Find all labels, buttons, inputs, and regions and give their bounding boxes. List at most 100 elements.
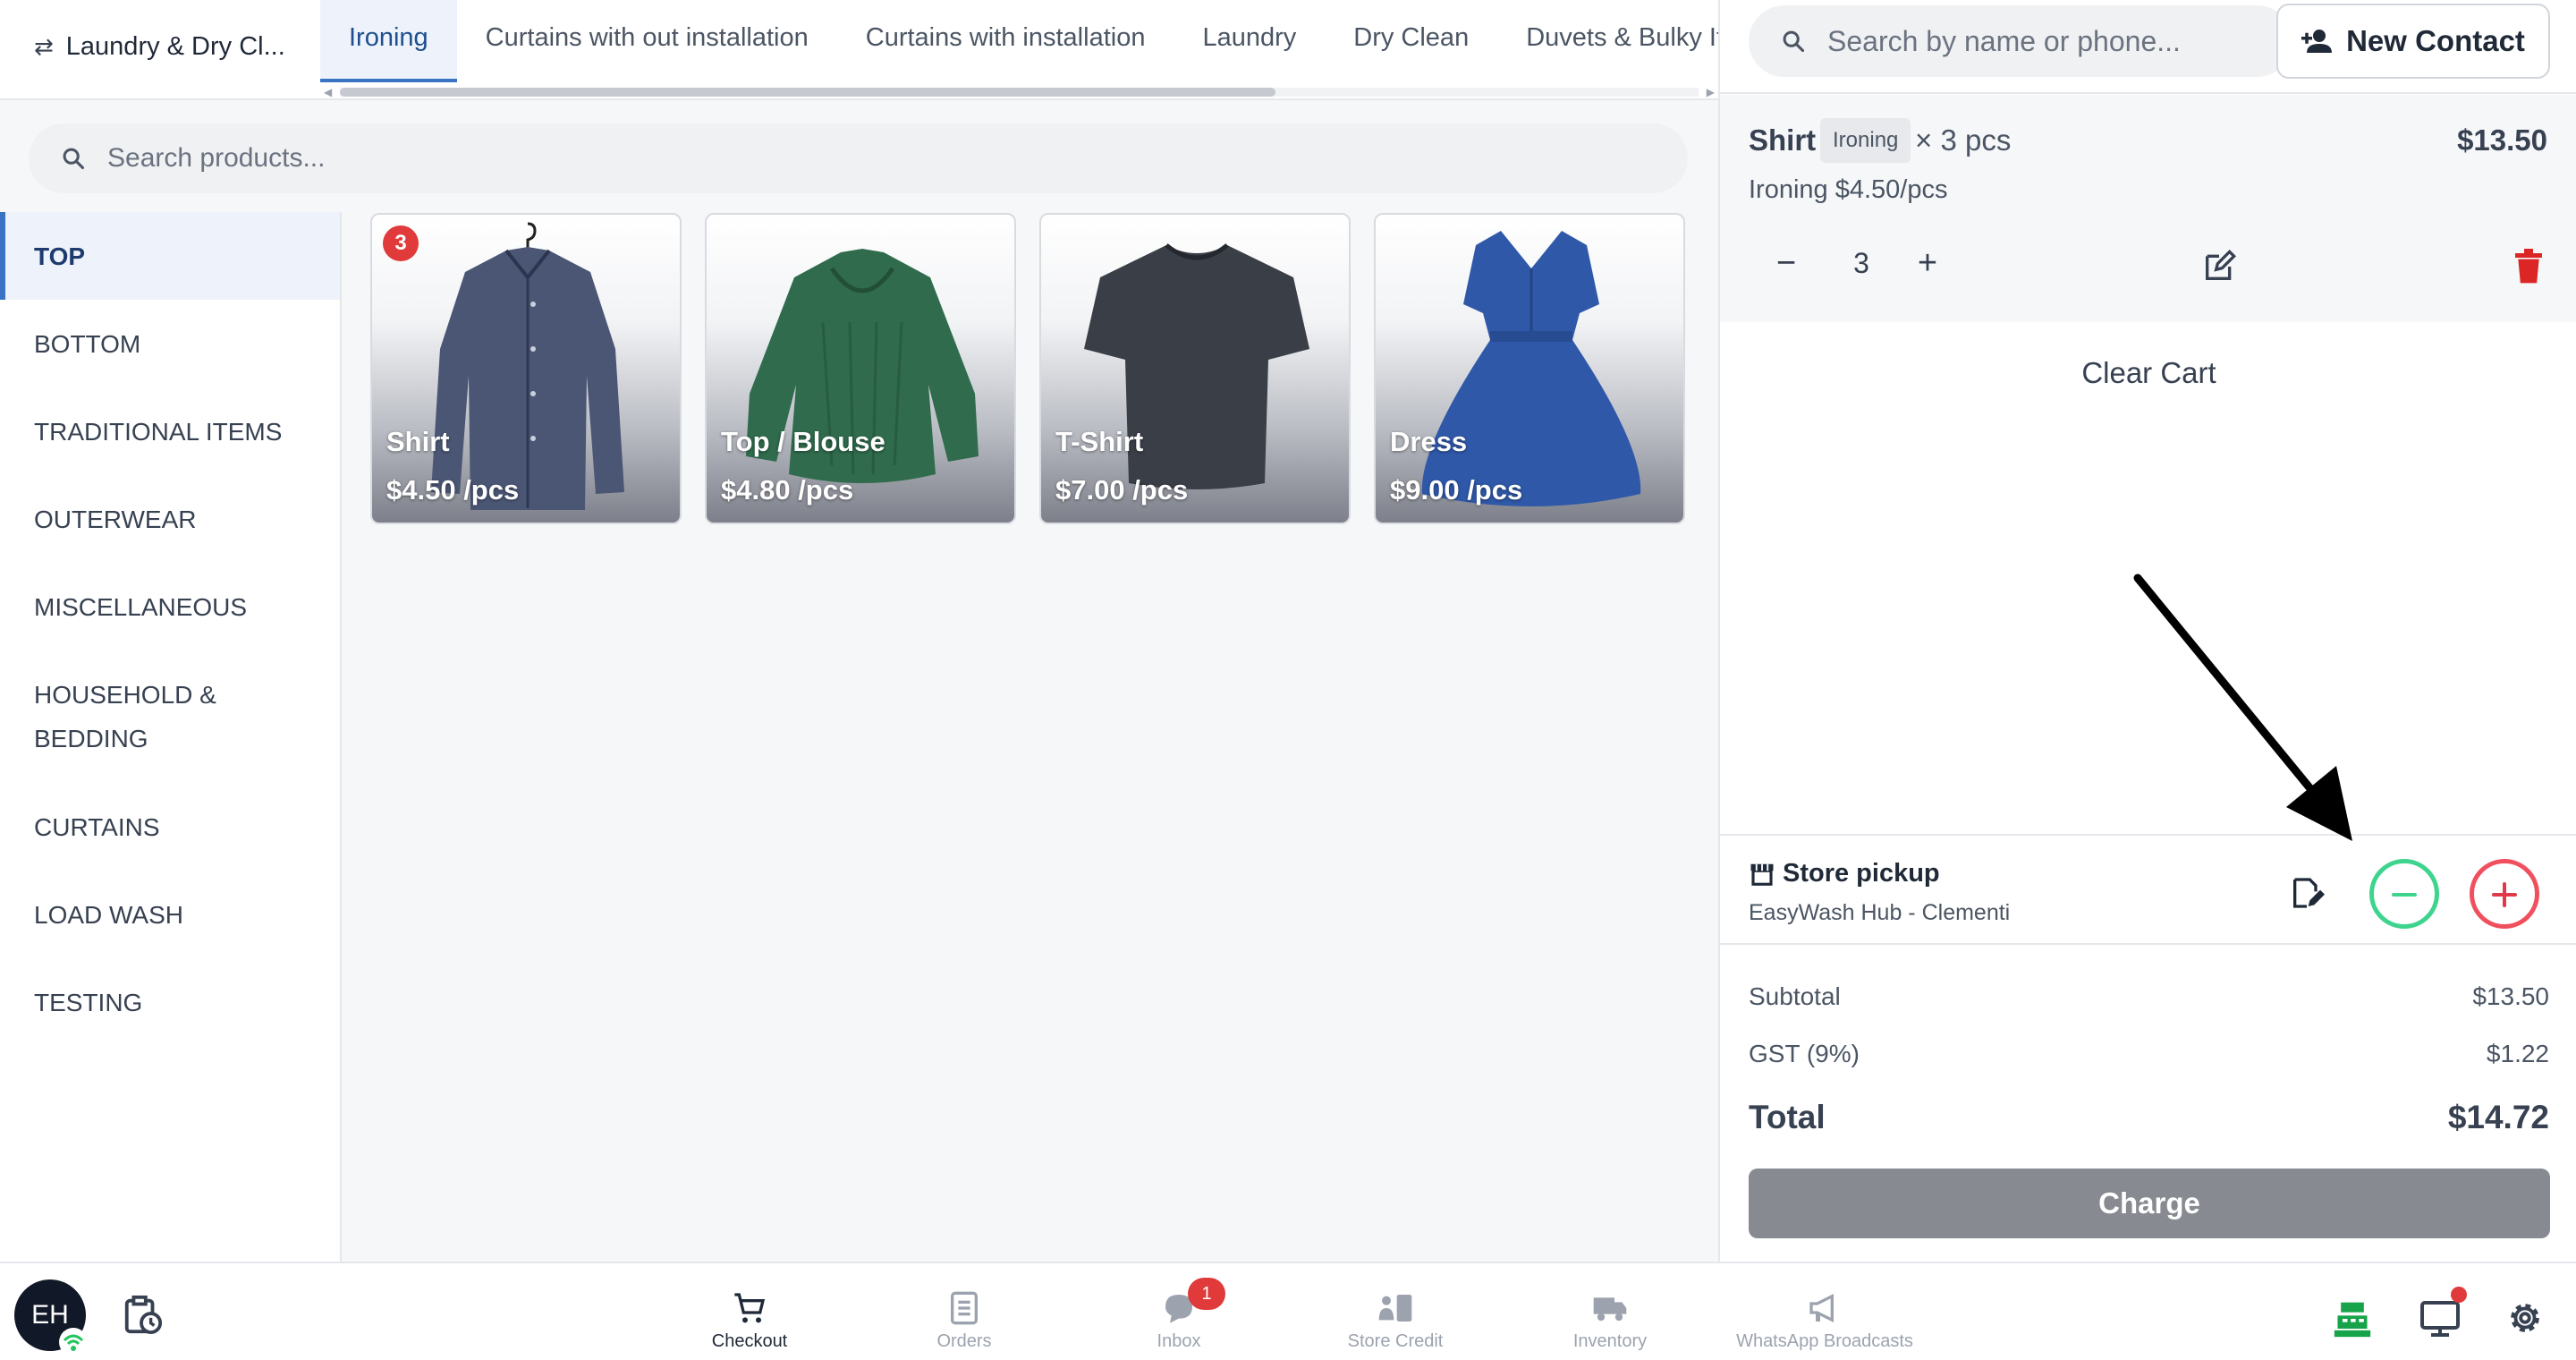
category-load-wash[interactable]: LOAD WASH (0, 871, 340, 958)
minus-icon (2392, 893, 2417, 897)
tabs-scrollbar[interactable]: ◀ ▶ (320, 86, 1718, 98)
nav-label: Checkout (711, 1331, 788, 1351)
add-person-icon (2301, 30, 2333, 53)
quantity-value: 3 (1853, 247, 1869, 279)
pickup-title: Store pickup (1783, 859, 1940, 888)
nav-orders[interactable]: Orders (866, 1290, 1063, 1352)
scroll-right-icon[interactable]: ▶ (1707, 86, 1715, 98)
decrease-quantity-button[interactable]: − (1767, 245, 1806, 285)
product-price: $9.00 /pcs (1390, 474, 1523, 506)
collapse-button[interactable] (2369, 859, 2439, 929)
nav-label: Inventory (1572, 1331, 1648, 1351)
contact-search-input[interactable] (1827, 24, 2292, 58)
product-search-bar[interactable] (29, 123, 1688, 193)
nav-label: Store Credit (1347, 1331, 1444, 1351)
category-traditional-items[interactable]: TRADITIONAL ITEMS (0, 387, 340, 475)
cart-item-price: $13.50 (2457, 123, 2547, 157)
delete-item-icon[interactable] (2512, 249, 2545, 285)
wallet-icon (1378, 1295, 1412, 1322)
cart-item: Shirt Ironing × 3 pcs $13.50 Ironing $4.… (1720, 95, 2576, 322)
truck-icon (1593, 1297, 1627, 1322)
scrollbar-thumb[interactable] (340, 88, 1275, 97)
product-name: Shirt (386, 426, 450, 457)
category-testing[interactable]: TESTING (0, 958, 340, 1046)
charge-button[interactable]: Charge (1749, 1169, 2550, 1238)
tab-ironing[interactable]: Ironing (320, 0, 457, 82)
tab-dry-clean[interactable]: Dry Clean (1325, 0, 1497, 82)
search-icon (1783, 30, 1805, 53)
service-tabs: Ironing Curtains with out installation Cur… (320, 0, 1718, 82)
business-switcher[interactable]: ⇄ Laundry & Dry Cl... (34, 23, 285, 70)
nav-store-credit[interactable]: Store Credit (1297, 1290, 1494, 1352)
product-card-t-shirt[interactable]: T-Shirt $7.00 /pcs (1039, 213, 1351, 524)
nav-inventory[interactable]: Inventory (1512, 1290, 1708, 1352)
product-price: $4.80 /pcs (721, 474, 854, 506)
nav-whatsapp-broadcasts[interactable]: WhatsApp Broadcasts (1726, 1290, 1923, 1352)
gst-value: $1.22 (2486, 1040, 2549, 1067)
bottom-navigation: EH Checkout Orders 1 Inbox Store Credit … (0, 1262, 2576, 1360)
product-search-input[interactable] (107, 143, 1628, 174)
total-row: Total $14.72 (1749, 1099, 2549, 1136)
edit-item-icon[interactable] (2201, 249, 2237, 285)
category-sidebar: TOP BOTTOM TRADITIONAL ITEMS OUTERWEAR M… (0, 212, 342, 1262)
category-bottom[interactable]: BOTTOM (0, 300, 340, 387)
category-outerwear[interactable]: OUTERWEAR (0, 475, 340, 563)
nav-label: WhatsApp Broadcasts (1736, 1331, 1913, 1351)
monitor-icon[interactable] (2419, 1297, 2462, 1340)
nav-inbox[interactable]: 1 Inbox (1080, 1278, 1277, 1352)
pickup-address: EasyWash Hub - Clementi (1749, 900, 2011, 925)
scroll-left-icon[interactable]: ◀ (324, 86, 332, 98)
header-divider (1720, 92, 2576, 94)
edit-pickup-icon[interactable] (2289, 875, 2325, 911)
cash-register-icon[interactable] (2333, 1299, 2372, 1339)
total-label: Total (1749, 1099, 1826, 1135)
notification-dot (2451, 1287, 2467, 1303)
product-price: $4.50 /pcs (386, 474, 520, 506)
search-icon (63, 148, 85, 170)
product-area: ⇄ Laundry & Dry Cl... Ironing Curtains wi… (0, 0, 1718, 1262)
tab-curtains-without-installation[interactable]: Curtains with out installation (457, 0, 837, 82)
category-curtains[interactable]: CURTAINS (0, 783, 340, 871)
business-name: Laundry & Dry Cl... (65, 31, 285, 61)
nav-checkout[interactable]: Checkout (651, 1290, 848, 1352)
new-contact-label: New Contact (2346, 24, 2525, 57)
megaphone-icon (1809, 1293, 1834, 1323)
category-household-bedding[interactable]: HOUSEHOLD & BEDDING (0, 650, 286, 783)
cart-icon (734, 1293, 766, 1323)
product-card-shirt[interactable]: 3 Shirt $4.50 /pcs (370, 213, 682, 524)
category-miscellaneous[interactable]: MISCELLANEOUS (0, 563, 340, 650)
gear-icon[interactable] (2504, 1297, 2546, 1339)
clear-cart-button[interactable]: Clear Cart (1720, 356, 2576, 390)
total-value: $14.72 (2447, 1099, 2549, 1135)
product-price: $7.00 /pcs (1055, 474, 1189, 506)
product-name: T-Shirt (1055, 426, 1144, 457)
increase-quantity-button[interactable]: + (1908, 245, 1947, 285)
tab-duvets-bulky-items[interactable]: Duvets & Bulky Items (1497, 0, 1718, 82)
store-pickup-section: Store pickup EasyWash Hub - Clementi (1720, 834, 2576, 945)
document-icon (951, 1291, 978, 1325)
product-name: Top / Blouse (721, 426, 886, 457)
annotation-arrow (2133, 574, 2352, 841)
nav-label: Inbox (1157, 1331, 1201, 1351)
product-name: Dress (1390, 426, 1468, 457)
contact-search-bar[interactable] (1749, 5, 2292, 77)
new-contact-button[interactable]: New Contact (2276, 4, 2550, 79)
product-quantity-badge: 3 (383, 225, 419, 261)
swap-icon: ⇄ (34, 32, 54, 60)
subtotal-value: $13.50 (2472, 982, 2549, 1010)
product-card-top-blouse[interactable]: Top / Blouse $4.80 /pcs (705, 213, 1016, 524)
expand-button[interactable] (2470, 859, 2539, 929)
cart-item-name: Shirt (1749, 123, 1817, 157)
gst-label: GST (9%) (1749, 1040, 1860, 1067)
clipboard-clock-icon[interactable] (122, 1294, 163, 1335)
wifi-icon (59, 1328, 88, 1356)
cart-item-service-tag: Ironing (1820, 118, 1911, 163)
category-top[interactable]: TOP (0, 212, 340, 300)
store-icon (1750, 863, 1774, 886)
tab-curtains-with-installation[interactable]: Curtains with installation (837, 0, 1174, 82)
gst-row: GST (9%) $1.22 (1749, 1040, 2549, 1068)
product-card-dress[interactable]: Dress $9.00 /pcs (1374, 213, 1685, 524)
top-bar: ⇄ Laundry & Dry Cl... Ironing Curtains wi… (0, 0, 1718, 100)
nav-label: Orders (936, 1331, 992, 1351)
tab-laundry[interactable]: Laundry (1174, 0, 1325, 82)
